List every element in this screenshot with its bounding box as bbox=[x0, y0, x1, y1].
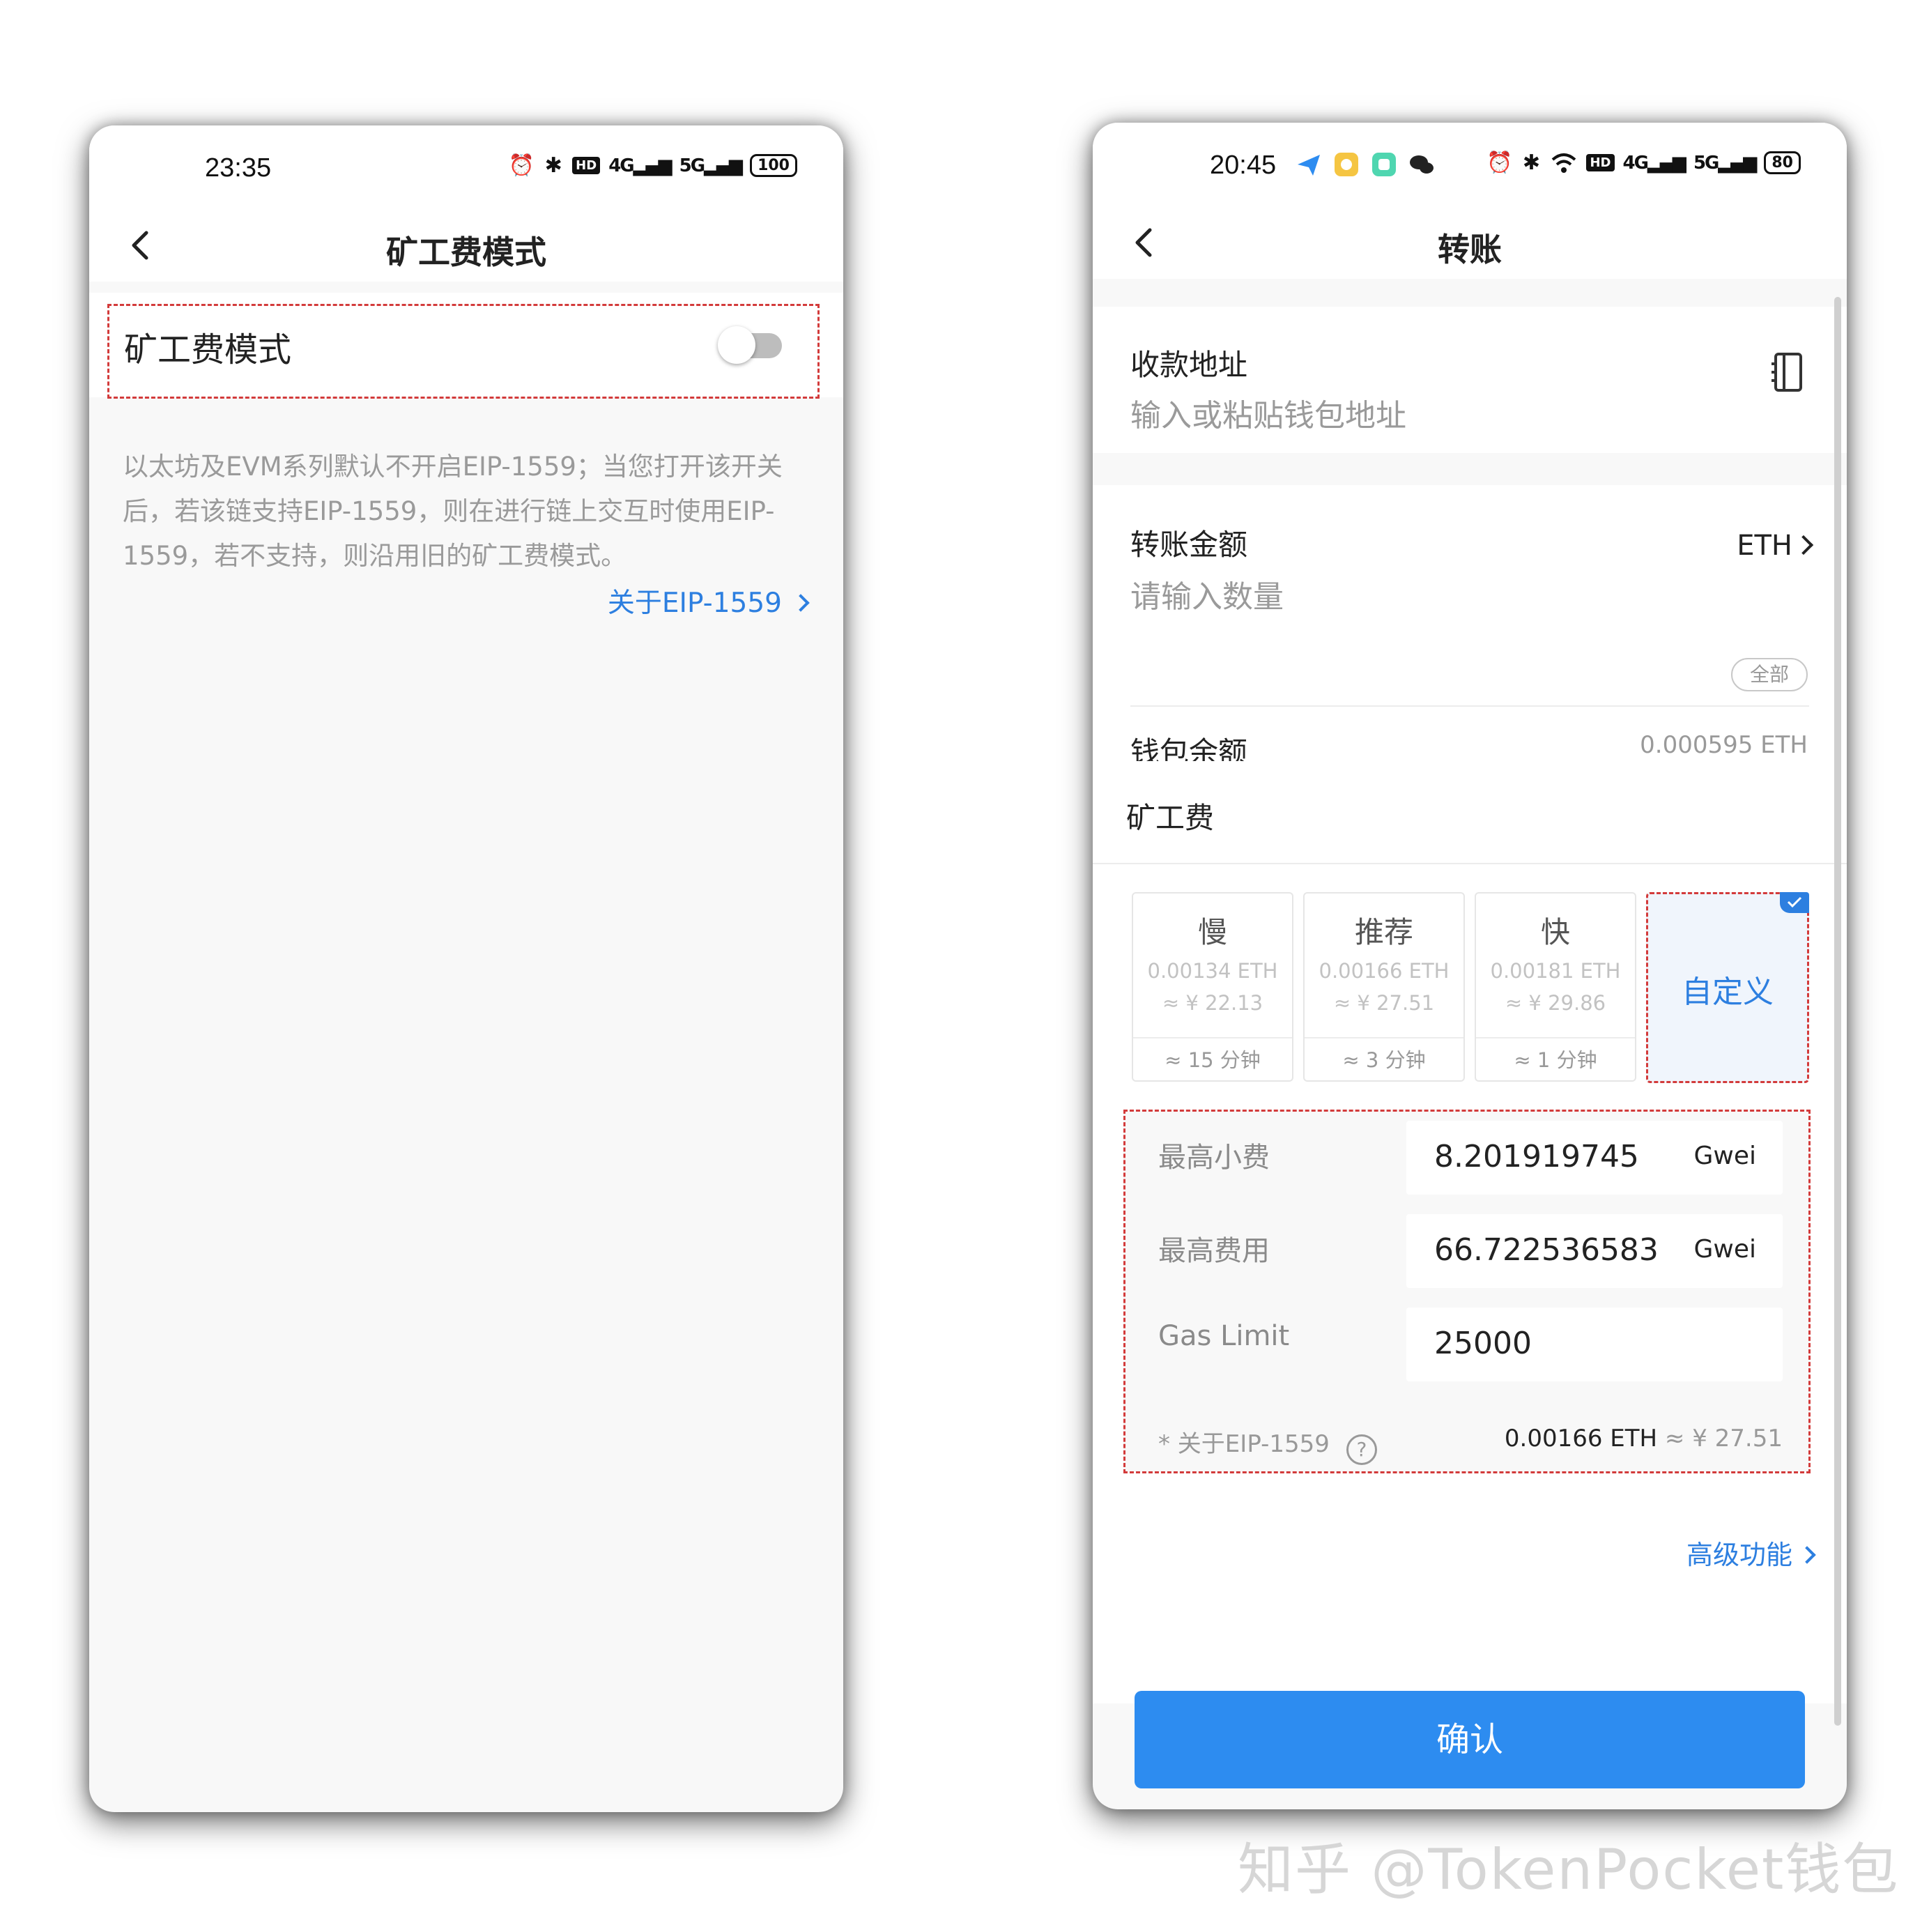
highlight-box bbox=[1123, 1110, 1811, 1473]
address-card: 收款地址 输入或粘贴钱包地址 bbox=[1093, 307, 1847, 453]
about-eip1559-link[interactable]: 关于EIP-1559 bbox=[607, 581, 810, 620]
toggle-knob bbox=[718, 326, 755, 364]
signal-4g-icon: 4G▂▄▆ bbox=[608, 155, 672, 176]
fee-title: 矿工费 bbox=[1126, 801, 1215, 835]
notification-icons bbox=[1295, 151, 1436, 178]
divider bbox=[1130, 705, 1809, 707]
tier-eth: 0.00134 ETH bbox=[1147, 959, 1278, 983]
alarm-icon: ⏰ bbox=[508, 153, 535, 178]
fee-tier-slow[interactable]: 慢 0.00134 ETH ≈ ¥ 22.13 ≈ 15 分钟 bbox=[1132, 892, 1293, 1082]
hd-icon: HD bbox=[572, 157, 601, 174]
status-icons: ⏰ ✱ HD 4G▂▄▆ 5G▂▄▆ 80 bbox=[1486, 151, 1801, 175]
address-label: 收款地址 bbox=[1130, 348, 1248, 382]
hd-icon: HD bbox=[1586, 154, 1615, 171]
page-title: 转账 bbox=[1438, 231, 1502, 268]
tier-time: ≈ 1 分钟 bbox=[1476, 1037, 1635, 1082]
amount-input[interactable]: 请输入数量 bbox=[1130, 572, 1284, 616]
fee-card: 矿工费 慢 0.00134 ETH ≈ ¥ 22.13 ≈ 15 分钟 推荐 0… bbox=[1093, 761, 1847, 1703]
tier-cny: ≈ ¥ 27.51 bbox=[1333, 991, 1435, 1015]
status-time: 20:45 bbox=[1210, 151, 1277, 180]
battery-icon: 100 bbox=[750, 154, 797, 177]
scrollbar[interactable] bbox=[1834, 297, 1841, 1726]
chevron-right-icon bbox=[1798, 1546, 1816, 1564]
app-notification-icon bbox=[1372, 153, 1396, 176]
balance-value: 0.000595 ETH bbox=[1640, 731, 1808, 759]
signal-5g-icon: 5G▂▄▆ bbox=[1693, 152, 1757, 174]
wifi-icon bbox=[1552, 153, 1576, 173]
address-input[interactable]: 输入或粘贴钱包地址 bbox=[1130, 390, 1406, 435]
amount-card: 转账金额 ETH 请输入数量 全部 钱包余额 0.000595 ETH bbox=[1093, 485, 1847, 771]
fee-mode-screen: 23:35 ⏰ ✱ HD 4G▂▄▆ 5G▂▄▆ 100 矿工费模式 矿工费模式… bbox=[89, 125, 843, 1812]
watermark: 知乎 @TokenPocket钱包 bbox=[1238, 1837, 1900, 1902]
fee-tier-custom[interactable]: 自定义 bbox=[1646, 892, 1809, 1083]
tier-name: 推荐 bbox=[1354, 915, 1413, 949]
tier-time: ≈ 15 分钟 bbox=[1133, 1037, 1292, 1082]
tier-cny: ≈ ¥ 29.86 bbox=[1505, 991, 1606, 1015]
advanced-settings-link[interactable]: 高级功能 bbox=[1686, 1533, 1816, 1572]
page-title: 矿工费模式 bbox=[386, 233, 546, 271]
about-eip1559-label: 关于EIP-1559 bbox=[607, 588, 782, 619]
bluetooth-icon: ✱ bbox=[544, 153, 562, 178]
status-bar: 23:35 ⏰ ✱ HD 4G▂▄▆ 5G▂▄▆ 100 bbox=[89, 125, 843, 209]
transfer-screen: 20:45 ⏰ ✱ HD 4G▂▄▆ 5G▂▄▆ 80 转账 收款地址 输入或粘… bbox=[1093, 123, 1847, 1809]
status-icons: ⏰ ✱ HD 4G▂▄▆ 5G▂▄▆ 100 bbox=[509, 153, 797, 178]
tier-cny: ≈ ¥ 22.13 bbox=[1162, 991, 1263, 1015]
token-selector[interactable]: ETH bbox=[1737, 530, 1814, 562]
status-time: 23:35 bbox=[205, 153, 272, 183]
alarm-icon: ⏰ bbox=[1486, 151, 1513, 175]
fee-mode-description: 以太坊及EVM系列默认不开启EIP-1559；当您打开该开关后，若该链支持EIP… bbox=[123, 452, 783, 571]
tier-eth: 0.00181 ETH bbox=[1490, 959, 1621, 983]
nav-bar: 转账 bbox=[1093, 206, 1847, 279]
status-bar: 20:45 ⏰ ✱ HD 4G▂▄▆ 5G▂▄▆ 80 bbox=[1093, 123, 1847, 206]
tier-eth: 0.00166 ETH bbox=[1319, 959, 1450, 983]
divider bbox=[1093, 863, 1847, 864]
fee-tier-recommended[interactable]: 推荐 0.00166 ETH ≈ ¥ 27.51 ≈ 3 分钟 bbox=[1303, 892, 1465, 1082]
signal-4g-icon: 4G▂▄▆ bbox=[1622, 152, 1686, 174]
advanced-settings-label: 高级功能 bbox=[1686, 1540, 1792, 1570]
wechat-icon bbox=[1410, 155, 1434, 174]
token-unit: ETH bbox=[1737, 530, 1792, 562]
fee-tier-fast[interactable]: 快 0.00181 ETH ≈ ¥ 29.86 ≈ 1 分钟 bbox=[1475, 892, 1636, 1082]
confirm-button[interactable]: 确认 bbox=[1135, 1691, 1805, 1788]
address-book-icon[interactable] bbox=[1770, 351, 1805, 393]
bluetooth-icon: ✱ bbox=[1522, 151, 1541, 175]
tier-name: 快 bbox=[1540, 915, 1570, 949]
app-notification-icon bbox=[1335, 153, 1358, 176]
custom-fee-label: 自定义 bbox=[1682, 974, 1774, 1010]
nav-bar: 矿工费模式 bbox=[89, 209, 843, 282]
selected-check-icon bbox=[1780, 892, 1809, 913]
all-amount-button[interactable]: 全部 bbox=[1731, 658, 1808, 691]
tier-time: ≈ 3 分钟 bbox=[1305, 1037, 1463, 1082]
amount-label: 转账金额 bbox=[1130, 528, 1248, 562]
tier-name: 慢 bbox=[1197, 915, 1227, 949]
battery-icon: 80 bbox=[1764, 151, 1801, 174]
fee-mode-toggle[interactable] bbox=[718, 326, 785, 364]
chevron-right-icon bbox=[1793, 535, 1814, 555]
signal-5g-icon: 5G▂▄▆ bbox=[679, 155, 743, 176]
fee-mode-setting-row: 矿工费模式 bbox=[89, 293, 843, 399]
chevron-right-icon bbox=[792, 594, 810, 612]
paper-plane-icon bbox=[1298, 155, 1320, 176]
fee-mode-label: 矿工费模式 bbox=[124, 330, 292, 369]
